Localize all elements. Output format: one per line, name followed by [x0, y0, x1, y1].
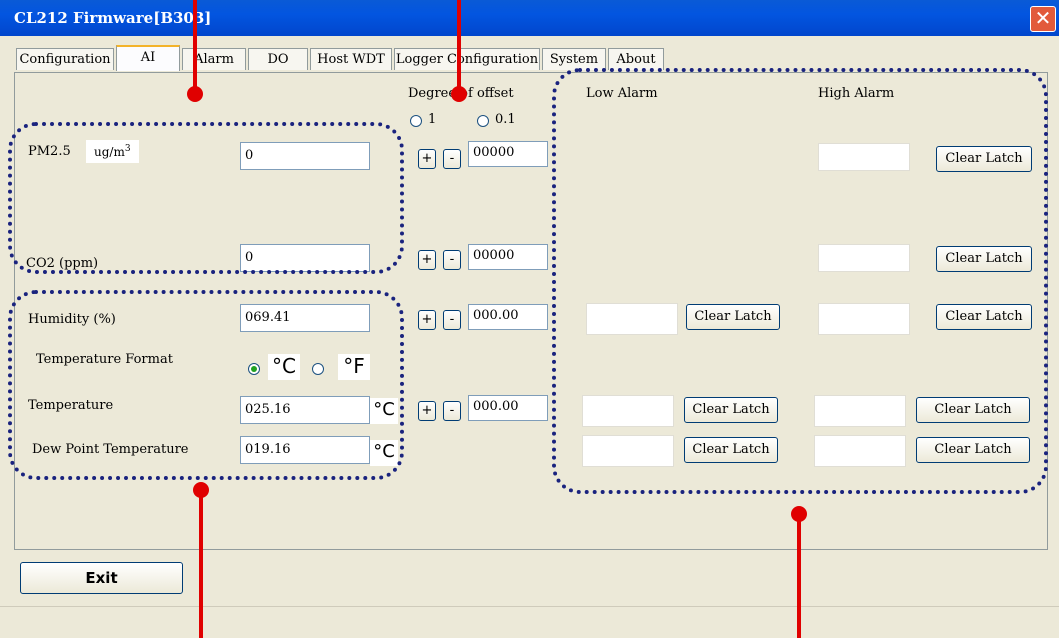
tab-configuration[interactable]: Configuration	[16, 48, 114, 70]
annotation-dot-alarms	[791, 506, 807, 522]
temperature-minus-button[interactable]: -	[443, 401, 461, 421]
tab-about[interactable]: About	[608, 48, 664, 70]
offset-radio-01[interactable]	[477, 115, 489, 127]
tab-logger-configuration[interactable]: Logger Configuration	[394, 48, 540, 70]
annotation-line-alarms	[797, 512, 801, 638]
annotation-box-humidity-temp	[8, 290, 404, 480]
offset-radio-01-label: 0.1	[495, 112, 516, 127]
temperature-plus-button[interactable]: +	[418, 401, 436, 421]
annotation-dot-ai-tab	[187, 86, 203, 102]
pm25-offset-field[interactable]: 00000	[468, 141, 548, 167]
pm25-minus-button[interactable]: -	[443, 149, 461, 169]
exit-button[interactable]: Exit	[20, 562, 183, 594]
annotation-box-pm-co2	[8, 122, 404, 274]
humidity-offset-field[interactable]: 000.00	[468, 304, 548, 330]
tab-system[interactable]: System	[542, 48, 606, 70]
app-window: CL212 Firmware[B303] ✕ Configuration AI …	[0, 0, 1059, 638]
status-bar	[0, 606, 1059, 638]
tab-ai[interactable]: AI	[116, 45, 180, 71]
humidity-minus-button[interactable]: -	[443, 310, 461, 330]
tab-host-wdt[interactable]: Host WDT	[310, 48, 392, 70]
annotation-box-alarms	[552, 68, 1048, 494]
tab-alarm[interactable]: Alarm	[182, 48, 246, 70]
offset-radio-1-label: 1	[428, 112, 437, 127]
co2-minus-button[interactable]: -	[443, 250, 461, 270]
annotation-line-humidity-temp	[199, 490, 203, 638]
co2-plus-button[interactable]: +	[418, 250, 436, 270]
title-bar[interactable]: CL212 Firmware[B303] ✕	[0, 0, 1059, 36]
temperature-offset-field[interactable]: 000.00	[468, 395, 548, 421]
co2-offset-field[interactable]: 00000	[468, 244, 548, 270]
offset-radio-1[interactable]	[410, 115, 422, 127]
annotation-dot-offset	[451, 86, 467, 102]
annotation-line-ai-tab	[193, 0, 197, 92]
pm25-plus-button[interactable]: +	[418, 149, 436, 169]
window-title: CL212 Firmware[B303]	[14, 9, 212, 27]
humidity-plus-button[interactable]: +	[418, 310, 436, 330]
annotation-line-offset	[457, 0, 461, 92]
annotation-dot-humidity-temp	[193, 482, 209, 498]
tab-do[interactable]: DO	[248, 48, 308, 70]
close-icon[interactable]: ✕	[1030, 6, 1056, 32]
